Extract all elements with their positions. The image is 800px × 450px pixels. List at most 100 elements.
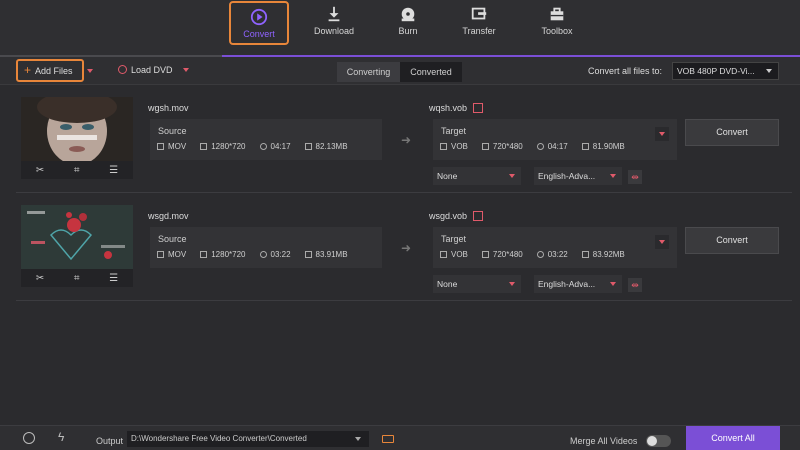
- tab-converted[interactable]: Converted: [400, 62, 462, 82]
- subtitle-select[interactable]: None: [433, 275, 521, 293]
- subtitle-value: None: [437, 279, 458, 289]
- folder-icon: [304, 143, 312, 150]
- film-icon: [440, 251, 447, 258]
- output-path-select[interactable]: D:\Wondershare Free Video Converter\Conv…: [127, 431, 369, 447]
- resolution-icon: [481, 143, 489, 150]
- clock-icon: [536, 251, 544, 258]
- top-nav: Convert Download Burn Transfer Toolbox: [0, 0, 800, 57]
- clock-icon: [259, 143, 267, 150]
- load-dvd-label: Load DVD: [131, 65, 173, 75]
- edit-icon[interactable]: [473, 103, 484, 113]
- target-label: Target: [441, 126, 467, 136]
- chevron-down-icon: [659, 132, 665, 136]
- tab-toolbox[interactable]: Toolbox: [527, 0, 587, 44]
- burn-icon: [401, 7, 415, 22]
- source-format: MOV: [157, 142, 186, 151]
- source-info: Source MOV 1280*720 04:17 82.13MB: [150, 119, 382, 160]
- chevron-down-icon: [610, 282, 616, 286]
- merge-all-label: Merge All Videos: [570, 436, 638, 446]
- download-icon: [328, 6, 340, 22]
- output-format-select[interactable]: VOB 480P DVD-Vi...: [672, 62, 779, 80]
- add-files-dropdown-icon[interactable]: [87, 69, 93, 73]
- audio-value: English-Adva...: [538, 171, 596, 181]
- convert-button[interactable]: Convert: [685, 119, 779, 146]
- tab-download[interactable]: Download: [304, 0, 364, 44]
- target-info[interactable]: Target VOB 720*480 03:22 83.92MB: [433, 227, 677, 268]
- audio-track-icon[interactable]: ⇹: [628, 170, 642, 184]
- status-segment: Converting Converted: [337, 62, 462, 82]
- folder-icon: [581, 251, 589, 258]
- target-format: VOB: [440, 142, 468, 151]
- add-files-button[interactable]: + Add Files: [16, 59, 84, 82]
- film-icon: [157, 143, 164, 150]
- audio-select[interactable]: English-Adva...: [534, 275, 622, 293]
- source-resolution: 1280*720: [200, 142, 246, 151]
- convert-button[interactable]: Convert: [685, 227, 779, 254]
- resolution-icon: [200, 143, 208, 150]
- source-duration: 04:17: [259, 142, 291, 151]
- crop-icon[interactable]: ⌗: [74, 273, 80, 284]
- schedule-icon[interactable]: [23, 432, 35, 444]
- target-dropdown[interactable]: [655, 235, 669, 249]
- source-filename: wgsh.mov: [148, 103, 189, 113]
- trim-icon[interactable]: ✂: [36, 273, 44, 284]
- source-resolution: 1280*720: [200, 250, 246, 259]
- thumbnail-tools: ✂ ⌗ ☰: [21, 161, 133, 179]
- target-dropdown[interactable]: [655, 127, 669, 141]
- tab-convert-label: Convert: [243, 29, 275, 39]
- audio-value: English-Adva...: [538, 279, 596, 289]
- subtitle-value: None: [437, 171, 458, 181]
- load-dvd-button[interactable]: Load DVD: [118, 65, 190, 75]
- crop-icon[interactable]: ⌗: [74, 165, 80, 176]
- source-filename: wsgd.mov: [148, 211, 189, 221]
- folder-icon: [581, 143, 589, 150]
- chevron-down-icon: [509, 282, 515, 286]
- target-format: VOB: [440, 250, 468, 259]
- file-row: ✂ ⌗ ☰ wsgd.mov Source MOV 1280*720 03:22…: [16, 201, 792, 301]
- folder-icon: [304, 251, 312, 258]
- tab-toolbox-label: Toolbox: [541, 26, 573, 36]
- folder-icon[interactable]: [382, 435, 394, 443]
- source-size: 82.13MB: [304, 142, 348, 151]
- clock-icon: [536, 143, 544, 150]
- effects-icon[interactable]: ☰: [109, 273, 118, 284]
- target-duration: 04:17: [536, 142, 568, 151]
- toolbar: + Add Files Load DVD Converting Converted…: [0, 57, 800, 85]
- merge-toggle[interactable]: [646, 435, 671, 447]
- speed-icon[interactable]: ϟ: [58, 430, 64, 444]
- output-path-value: D:\Wondershare Free Video Converter\Conv…: [131, 434, 307, 443]
- tab-burn[interactable]: Burn: [378, 0, 438, 44]
- transfer-icon: [471, 7, 487, 20]
- video-thumbnail[interactable]: [21, 205, 133, 269]
- tab-transfer[interactable]: Transfer: [449, 0, 509, 44]
- target-size: 83.92MB: [581, 250, 625, 259]
- tab-transfer-label: Transfer: [462, 26, 496, 36]
- convert-all-button[interactable]: Convert All: [686, 426, 780, 450]
- effects-icon[interactable]: ☰: [109, 165, 118, 176]
- plus-icon: +: [24, 63, 32, 77]
- target-resolution: 720*480: [481, 250, 523, 259]
- load-dvd-dropdown-icon: [183, 68, 190, 72]
- audio-track-icon[interactable]: ⇹: [628, 278, 642, 292]
- dvd-icon: [118, 65, 127, 74]
- tab-convert[interactable]: Convert: [229, 1, 289, 45]
- audio-select[interactable]: English-Adva...: [534, 167, 622, 185]
- trim-icon[interactable]: ✂: [36, 165, 44, 176]
- target-duration: 03:22: [536, 250, 568, 259]
- video-thumbnail[interactable]: [21, 97, 133, 161]
- arrow-right-icon: ➜: [401, 241, 412, 255]
- thumbnail-image: [21, 97, 133, 161]
- output-label: Output: [96, 436, 124, 446]
- convert-all-label: Convert all files to:: [588, 66, 663, 76]
- source-size: 83.91MB: [304, 250, 348, 259]
- tab-converting[interactable]: Converting: [337, 62, 400, 82]
- subtitle-select[interactable]: None: [433, 167, 521, 185]
- edit-icon[interactable]: [473, 211, 484, 221]
- output-format-value: VOB 480P DVD-Vi...: [677, 66, 755, 76]
- thumbnail-tools: ✂ ⌗ ☰: [21, 269, 133, 287]
- chevron-down-icon: [509, 174, 515, 178]
- source-format: MOV: [157, 250, 186, 259]
- target-info[interactable]: Target VOB 720*480 04:17 81.90MB: [433, 119, 677, 160]
- target-filename: wqsh.vob: [429, 103, 484, 113]
- target-resolution: 720*480: [481, 142, 523, 151]
